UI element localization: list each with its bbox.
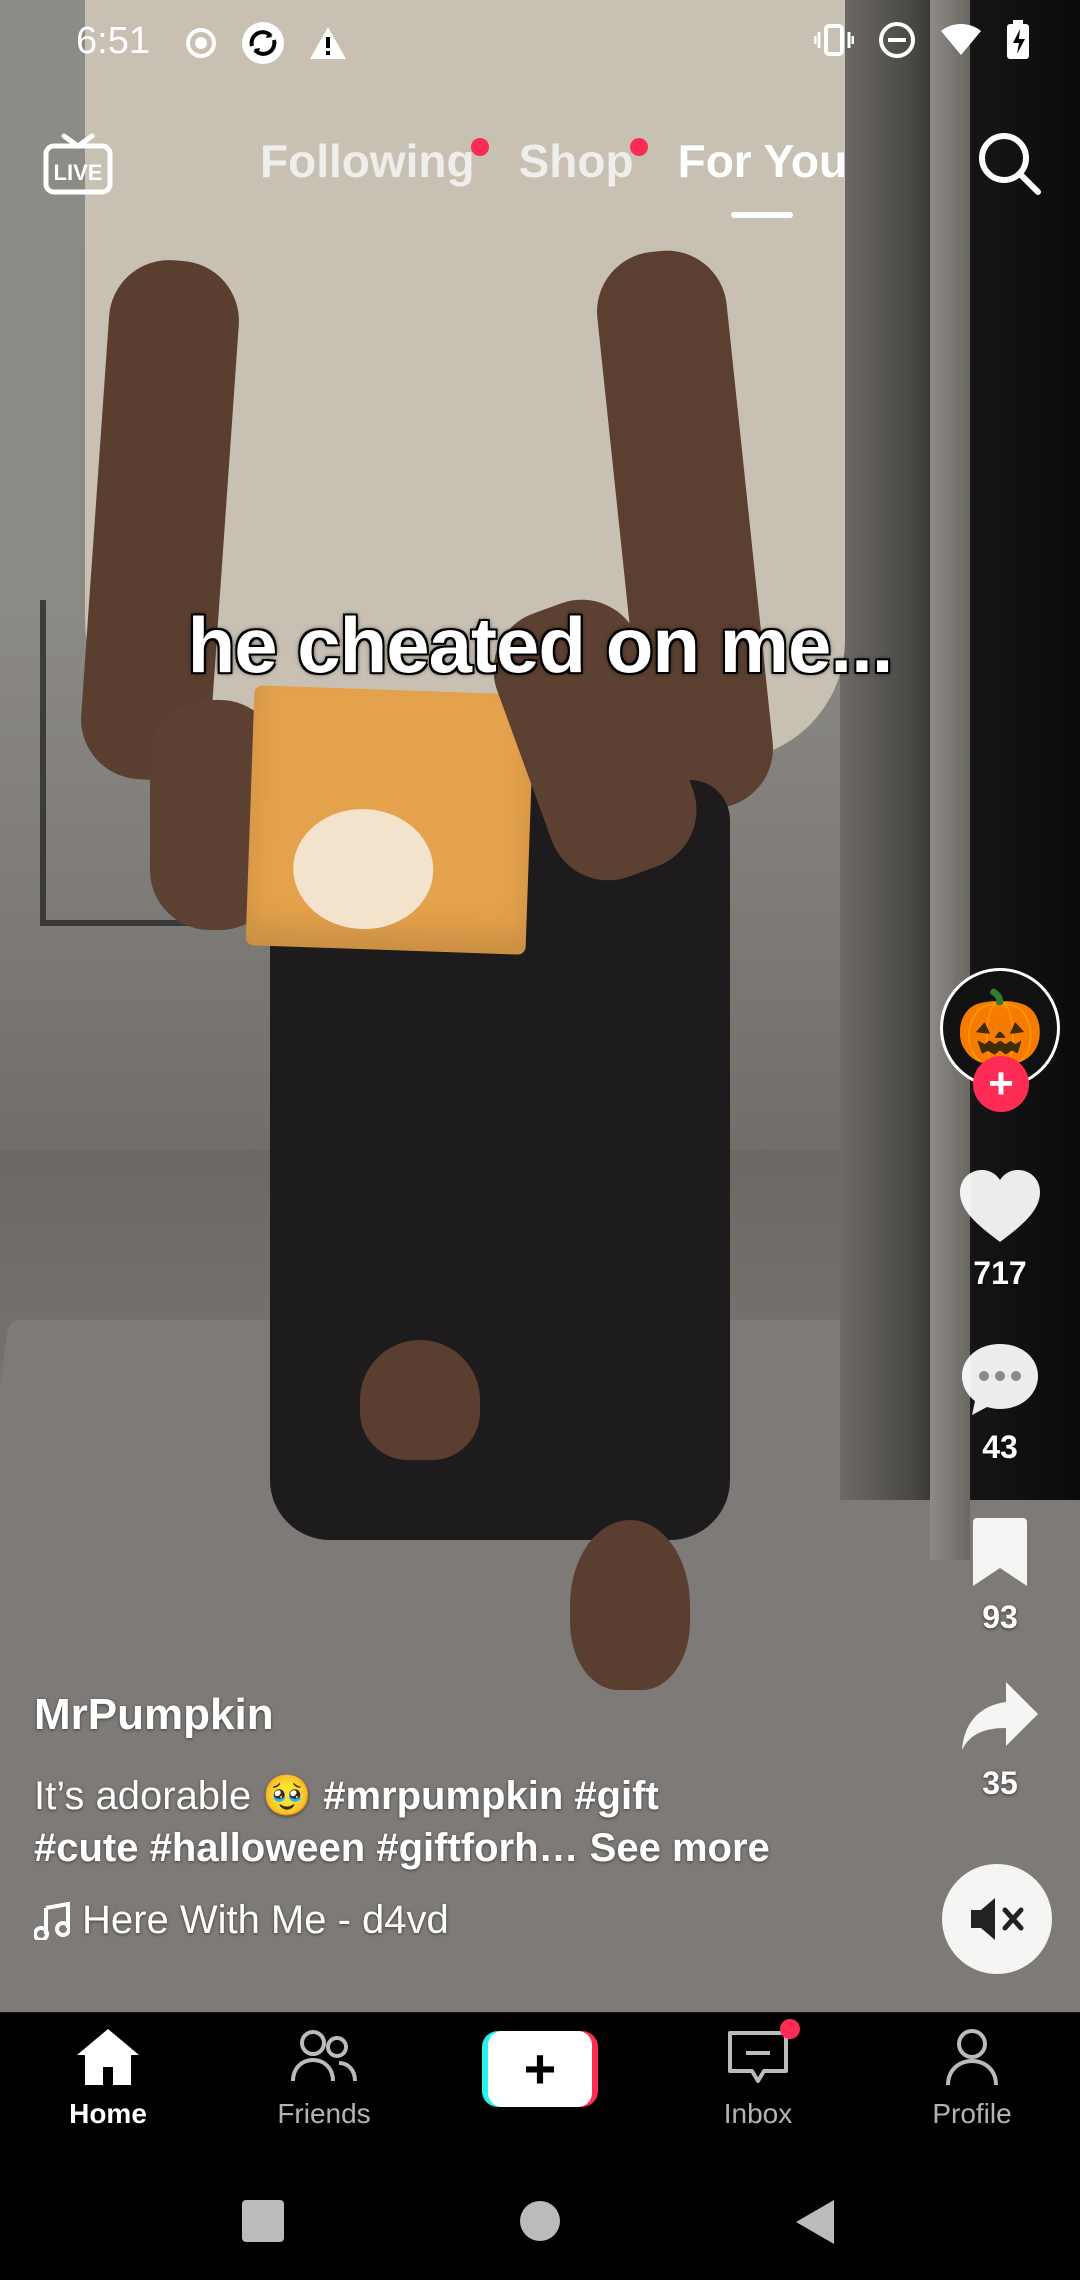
battery-charging-icon bbox=[1007, 20, 1029, 59]
tab-home[interactable]: Home bbox=[28, 2027, 188, 2130]
tab-friends[interactable]: Friends bbox=[244, 2027, 404, 2130]
feed-tabs: Following Shop For You bbox=[260, 134, 848, 218]
music-track[interactable]: Here With Me - d4vd bbox=[34, 1898, 854, 1943]
search-button[interactable] bbox=[974, 128, 1046, 200]
comment-icon bbox=[962, 1344, 1038, 1415]
live-icon: LIVE bbox=[43, 133, 113, 195]
tab-profile-label: Profile bbox=[932, 2098, 1012, 2129]
inbox-icon bbox=[728, 2031, 788, 2083]
mute-button[interactable] bbox=[942, 1864, 1052, 1974]
video-description[interactable]: It’s adorable 🥹 #mrpumpkin #gift #cute #… bbox=[34, 1770, 854, 1874]
share-button[interactable]: 35 bbox=[940, 1678, 1060, 1802]
bookmark-count: 93 bbox=[982, 1599, 1018, 1635]
video-info: MrPumpkin It’s adorable 🥹 #mrpumpkin #gi… bbox=[34, 1690, 854, 1943]
active-tab-indicator bbox=[731, 212, 794, 218]
svg-text:LIVE: LIVE bbox=[54, 160, 103, 185]
share-count: 35 bbox=[982, 1765, 1018, 1801]
comment-button[interactable]: 43 bbox=[940, 1340, 1060, 1466]
follow-button[interactable]: + bbox=[973, 1056, 1029, 1112]
see-more-link[interactable]: See more bbox=[590, 1826, 770, 1870]
tab-shop[interactable]: Shop bbox=[518, 134, 648, 188]
video-foot-right bbox=[570, 1520, 690, 1690]
status-right-icons bbox=[814, 20, 1030, 60]
bookmark-button[interactable]: 93 bbox=[940, 1516, 1060, 1636]
home-icon bbox=[77, 2029, 139, 2085]
inbox-notification-dot bbox=[780, 2019, 800, 2039]
creator-username[interactable]: MrPumpkin bbox=[34, 1690, 854, 1740]
tab-friends-label: Friends bbox=[277, 2098, 371, 2129]
home-circle-icon[interactable] bbox=[518, 2198, 562, 2244]
like-button[interactable]: 717 bbox=[940, 1168, 1060, 1292]
status-time: 6:51 bbox=[76, 20, 150, 62]
top-nav: LIVE Following Shop For You bbox=[0, 120, 1080, 230]
description-tags-line2: #cute #halloween #giftforh… bbox=[34, 1826, 579, 1870]
system-nav-bar bbox=[0, 2162, 1080, 2280]
create-button[interactable]: + bbox=[482, 2031, 598, 2107]
plus-icon: + bbox=[488, 2031, 592, 2107]
tab-inbox[interactable]: Inbox bbox=[678, 2019, 838, 2130]
share-icon bbox=[962, 1682, 1038, 1750]
sync-icon bbox=[242, 22, 284, 64]
music-title: Here With Me - d4vd bbox=[82, 1898, 449, 1942]
tab-following-notification-dot bbox=[470, 138, 489, 156]
avatar-pumpkin: 🎃 bbox=[955, 988, 1045, 1068]
bookmark-icon bbox=[973, 1518, 1027, 1586]
video-pumpkin-box bbox=[245, 685, 535, 955]
description-tags-line1: #mrpumpkin #gift bbox=[323, 1774, 659, 1818]
live-button[interactable]: LIVE bbox=[42, 130, 114, 196]
comment-count: 43 bbox=[982, 1429, 1018, 1465]
heart-icon bbox=[960, 1170, 1040, 1242]
recents-icon[interactable] bbox=[240, 2198, 286, 2244]
friends-icon bbox=[291, 2030, 357, 2082]
status-bar: 6:51 bbox=[0, 0, 1080, 86]
wifi-icon bbox=[941, 23, 981, 55]
warning-icon bbox=[310, 27, 346, 59]
tab-profile[interactable]: Profile bbox=[892, 2027, 1052, 2130]
video-caption: he cheated on me... bbox=[187, 601, 894, 689]
video-foot-left bbox=[360, 1340, 480, 1460]
like-count: 717 bbox=[973, 1255, 1027, 1291]
dnd-icon bbox=[879, 22, 915, 58]
back-icon[interactable] bbox=[792, 2198, 838, 2246]
description-text: It’s adorable 🥹 bbox=[34, 1774, 324, 1818]
tab-for-you[interactable]: For You bbox=[677, 134, 848, 218]
bottom-tab-bar: Home Friends + Inbox Profile bbox=[0, 2012, 1080, 2163]
video-pumpkin-face bbox=[291, 806, 436, 932]
video-door-frame bbox=[930, 0, 970, 1560]
tiktok-screen: he cheated on me... 6:51 LIVE Following … bbox=[0, 0, 1080, 2280]
tab-home-label: Home bbox=[69, 2098, 147, 2129]
record-icon bbox=[186, 28, 216, 58]
music-note-icon bbox=[34, 1901, 70, 1940]
speaker-muted-icon bbox=[971, 1898, 1024, 1940]
vibrate-icon bbox=[814, 24, 854, 56]
tab-shop-notification-dot bbox=[629, 138, 648, 156]
tab-inbox-label: Inbox bbox=[723, 2098, 793, 2129]
tab-following[interactable]: Following bbox=[260, 134, 489, 188]
tab-shop-label: Shop bbox=[518, 135, 634, 187]
tab-for-you-label: For You bbox=[677, 135, 848, 187]
tab-following-label: Following bbox=[260, 135, 475, 187]
profile-icon bbox=[946, 2029, 998, 2086]
search-icon bbox=[979, 133, 1041, 195]
status-left-icons bbox=[184, 20, 348, 66]
